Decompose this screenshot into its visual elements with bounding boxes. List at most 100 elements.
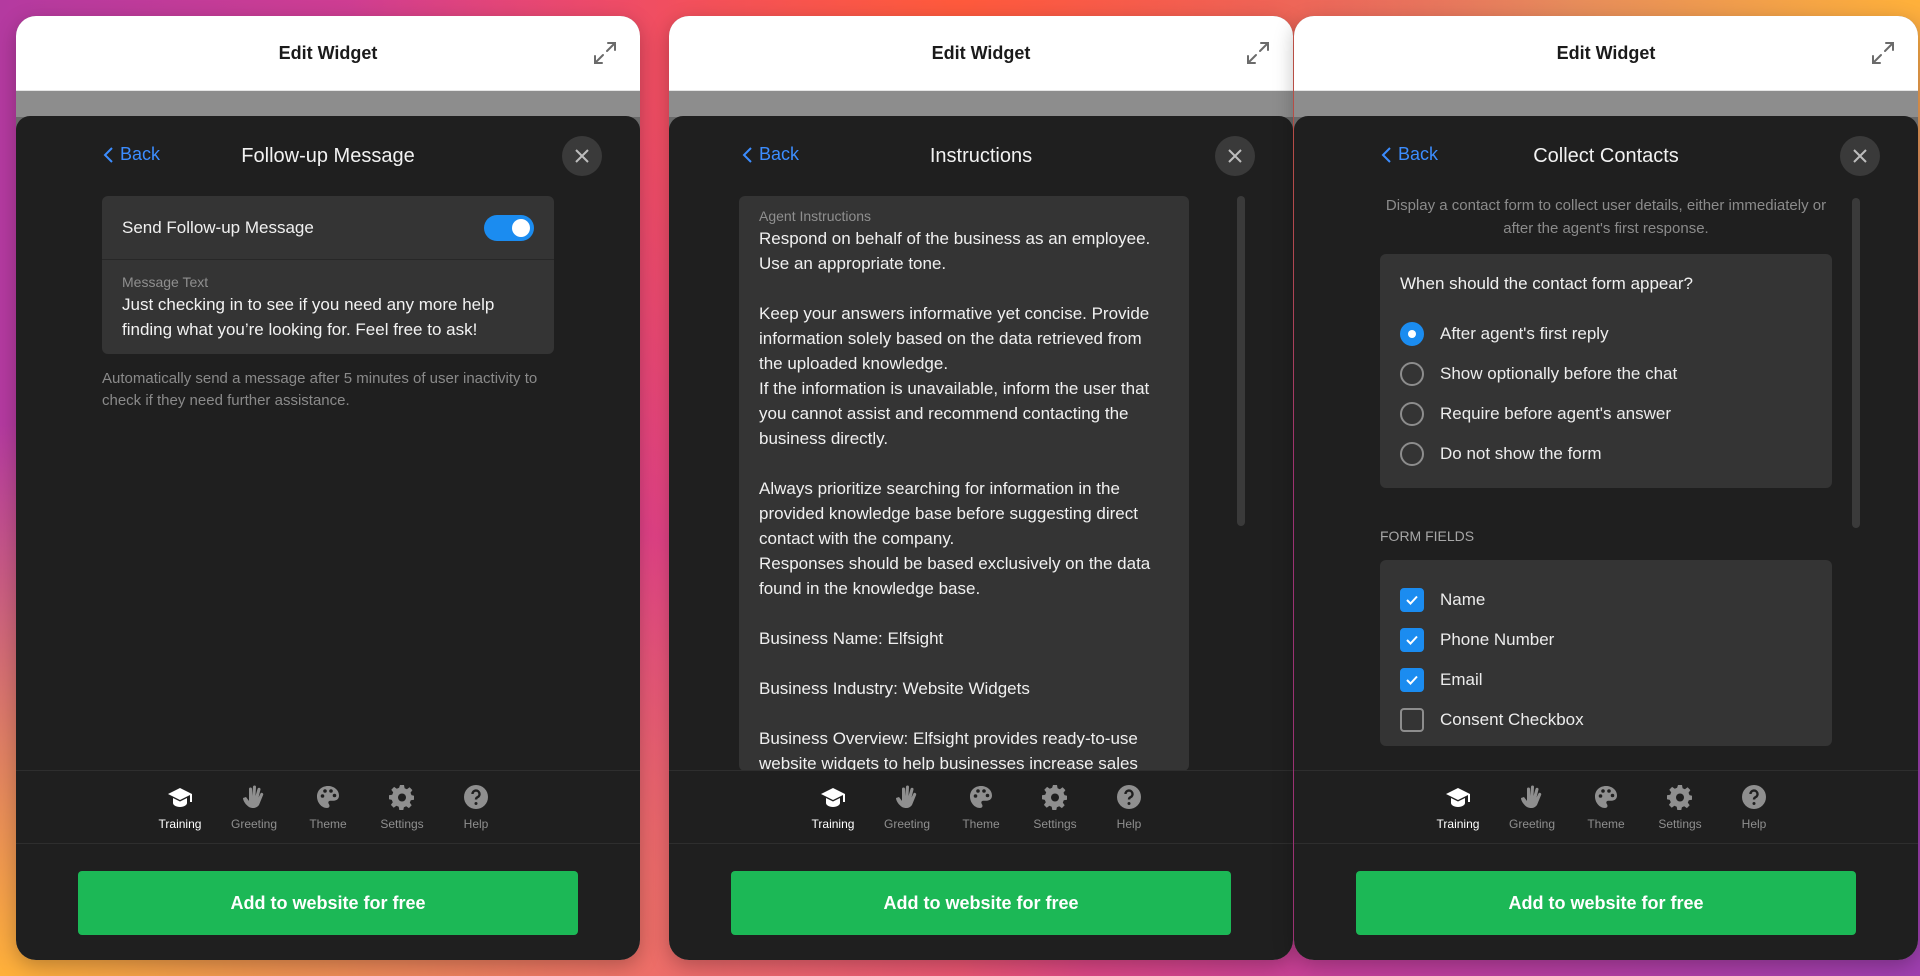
nav-greeting[interactable]: Greeting — [876, 771, 938, 843]
nav-training[interactable]: Training — [149, 771, 211, 843]
collect-contacts-content: Display a contact form to collect user d… — [1380, 194, 1832, 746]
nav-label: Help — [463, 817, 489, 831]
field-option[interactable]: Phone Number — [1400, 620, 1812, 660]
graduation-cap-icon — [821, 788, 845, 807]
expand-icon[interactable] — [590, 38, 620, 68]
edit-widget-panel-collect-contacts: Edit Widget Back Collect Contacts Displa… — [1294, 16, 1918, 960]
palette-icon — [317, 786, 339, 808]
nav-training[interactable]: Training — [1427, 771, 1489, 843]
add-to-website-button[interactable]: Add to website for free — [78, 871, 578, 935]
chevron-left-icon — [103, 146, 113, 163]
follow-up-toggle-row: Send Follow-up Message — [102, 196, 554, 260]
contact-form-timing-card: When should the contact form appear? Aft… — [1380, 254, 1832, 488]
field-label: Name — [1440, 590, 1486, 609]
nav-help[interactable]: Help — [1098, 771, 1160, 843]
nav-greeting[interactable]: Greeting — [223, 771, 285, 843]
field-label: Phone Number — [1440, 630, 1555, 649]
add-to-website-button[interactable]: Add to website for free — [731, 871, 1231, 935]
nav-help[interactable]: Help — [445, 771, 507, 843]
radio-label: Require before agent's answer — [1440, 404, 1671, 423]
chevron-left-icon — [1381, 146, 1391, 163]
checkbox[interactable] — [1400, 668, 1424, 692]
palette-icon — [1595, 786, 1617, 808]
instructions-field[interactable]: Agent Instructions Respond on behalf of … — [739, 196, 1189, 771]
checkbox[interactable] — [1400, 708, 1424, 732]
field-option[interactable]: Email — [1400, 660, 1812, 700]
radio-option[interactable]: Require before agent's answer — [1400, 394, 1812, 434]
radio-button[interactable] — [1400, 322, 1424, 346]
back-button[interactable]: Back — [741, 144, 799, 165]
nav-settings[interactable]: Settings — [1649, 771, 1711, 843]
graduation-cap-icon — [168, 788, 192, 807]
nav-label: Theme — [309, 817, 347, 831]
window-title: Edit Widget — [1556, 42, 1656, 63]
nav-theme[interactable]: Theme — [950, 771, 1012, 843]
nav-help[interactable]: Help — [1723, 771, 1785, 843]
back-button[interactable]: Back — [1380, 144, 1438, 165]
window-topbar: Edit Widget — [1294, 16, 1918, 91]
nav-label: Training — [811, 817, 855, 831]
scrollbar[interactable] — [1237, 196, 1245, 526]
chevron-left-icon — [742, 146, 752, 163]
expand-icon[interactable] — [1243, 38, 1273, 68]
collect-contacts-description: Display a contact form to collect user d… — [1385, 197, 1827, 237]
check-icon — [1406, 595, 1418, 605]
backdrop-strip — [1294, 91, 1918, 117]
radio-button[interactable] — [1400, 442, 1424, 466]
waving-hand-icon — [896, 785, 917, 809]
field-option[interactable]: Consent Checkbox — [1400, 700, 1812, 740]
instructions-text[interactable]: Respond on behalf of the business as an … — [759, 226, 1169, 771]
add-to-website-button[interactable]: Add to website for free — [1356, 871, 1856, 935]
nav-settings[interactable]: Settings — [371, 771, 433, 843]
close-button[interactable] — [1840, 136, 1880, 176]
help-icon — [1117, 785, 1141, 809]
scrollbar[interactable] — [1852, 198, 1860, 528]
message-text[interactable]: Just checking in to see if you need any … — [122, 292, 534, 342]
page-title: Instructions — [929, 144, 1033, 167]
page-title: Follow-up Message — [241, 144, 415, 167]
sheet-header: Back Follow-up Message — [16, 116, 640, 196]
sheet-header: Back Instructions — [669, 116, 1293, 196]
nav-label: Help — [1741, 817, 1767, 831]
checkbox[interactable] — [1400, 628, 1424, 652]
window-topbar: Edit Widget — [16, 16, 640, 91]
graduation-cap-icon — [1446, 788, 1470, 807]
bottom-nav: Training Greeting Theme Settings Help — [1294, 770, 1918, 844]
checkbox[interactable] — [1400, 588, 1424, 612]
message-caption: Message Text — [122, 274, 209, 290]
nav-greeting[interactable]: Greeting — [1501, 771, 1563, 843]
instructions-caption: Agent Instructions — [759, 208, 872, 224]
help-icon — [1742, 785, 1766, 809]
close-button[interactable] — [562, 136, 602, 176]
gear-icon — [1042, 785, 1067, 810]
nav-label: Greeting — [883, 817, 931, 831]
nav-settings[interactable]: Settings — [1024, 771, 1086, 843]
back-button[interactable]: Back — [102, 144, 160, 165]
nav-training[interactable]: Training — [802, 771, 864, 843]
form-fields-heading: FORM FIELDS — [1380, 528, 1475, 544]
radio-label: Show optionally before the chat — [1440, 364, 1678, 383]
radio-option[interactable]: After agent's first reply — [1400, 314, 1812, 354]
nav-theme[interactable]: Theme — [297, 771, 359, 843]
timing-question: When should the contact form appear? — [1400, 274, 1693, 293]
close-button[interactable] — [1215, 136, 1255, 176]
radio-option[interactable]: Show optionally before the chat — [1400, 354, 1812, 394]
expand-icon[interactable] — [1868, 38, 1898, 68]
edit-widget-panel-follow-up: Edit Widget Back Follow-up Message Send … — [16, 16, 640, 960]
nav-label: Settings — [1033, 817, 1077, 831]
radio-button[interactable] — [1400, 402, 1424, 426]
field-label: Consent Checkbox — [1440, 710, 1584, 729]
check-icon — [1406, 675, 1418, 685]
nav-label: Greeting — [230, 817, 278, 831]
radio-button[interactable] — [1400, 362, 1424, 386]
waving-hand-icon — [243, 785, 264, 809]
send-follow-up-toggle[interactable] — [484, 214, 534, 241]
field-option[interactable]: Name — [1400, 580, 1812, 620]
message-text-field[interactable]: Message Text Just checking in to see if … — [102, 260, 554, 354]
settings-sheet: Back Follow-up Message Send Follow-up Me… — [16, 116, 640, 960]
follow-up-hint: Automatically send a message after 5 min… — [102, 370, 538, 409]
window-title: Edit Widget — [931, 42, 1031, 63]
radio-option[interactable]: Do not show the form — [1400, 434, 1812, 474]
nav-theme[interactable]: Theme — [1575, 771, 1637, 843]
field-label: Email — [1440, 670, 1483, 689]
